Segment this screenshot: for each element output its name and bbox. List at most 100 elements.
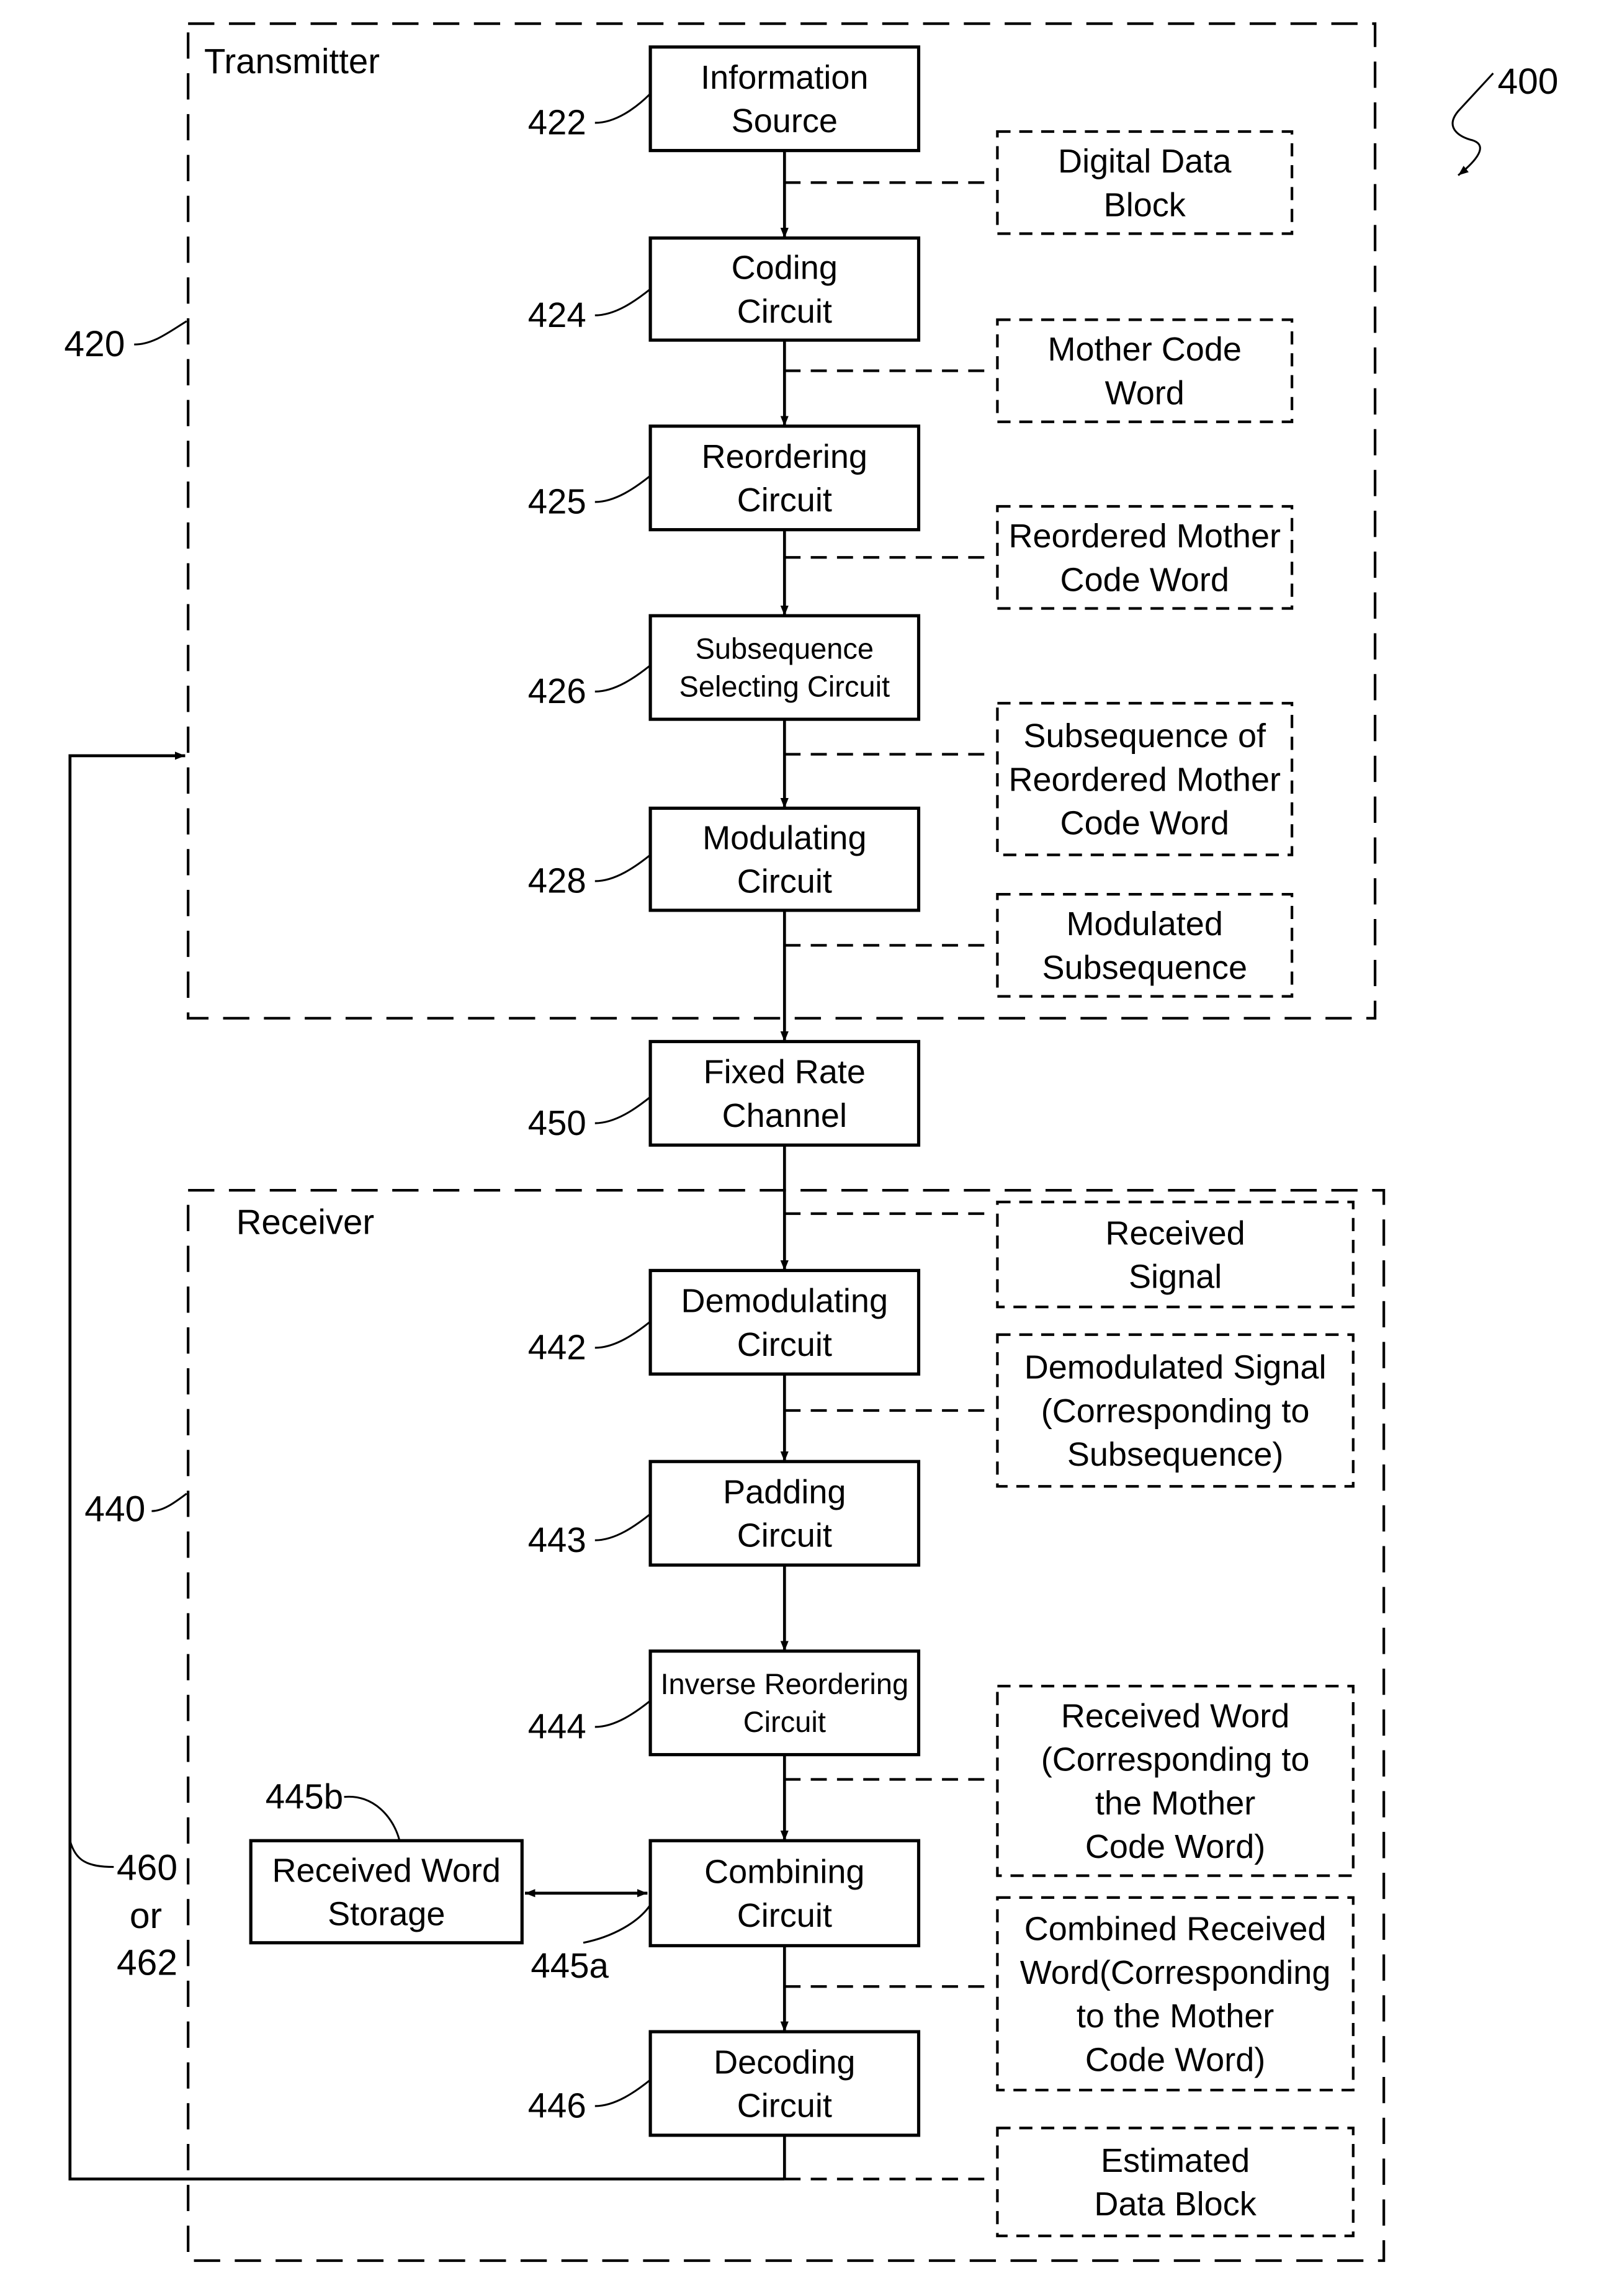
feedback-ref-460: 460 — [117, 1848, 177, 1888]
decoding-circuit-ref: 446 — [528, 2086, 586, 2125]
mother-code-word-line: Mother Code — [1048, 331, 1242, 368]
subsequence-selecting-circuit-box — [648, 614, 921, 721]
modulating-circuit-line: Circuit — [737, 863, 832, 900]
information-source-line: Information — [701, 59, 868, 96]
combining-circuit-line: Combining — [704, 1854, 864, 1891]
coding-circuit-line: Circuit — [737, 293, 832, 330]
transmitter-label: Transmitter — [204, 42, 380, 81]
decoding-circuit-line: Decoding — [714, 2043, 855, 2081]
received-word-storage-block: Received Word Storage 445b — [249, 1777, 524, 1945]
reordering-circuit-line: Circuit — [737, 482, 832, 519]
demodulating-circuit-ref: 442 — [528, 1328, 586, 1367]
subsequence-selecting-circuit-ref: 426 — [528, 671, 586, 711]
estimated-data-block-line: Estimated — [1101, 2142, 1250, 2179]
demodulated-signal-signal: Demodulated Signal (Corresponding to Subse… — [996, 1333, 1355, 1488]
coding-circuit-leader — [594, 288, 652, 316]
subsequence-selecting-circuit-line: Subsequence — [696, 632, 874, 665]
received-word-storage-ref: 445b — [266, 1777, 343, 1816]
inverse-reordering-circuit-line: Inverse Reordering — [660, 1667, 908, 1700]
modulated-subsequence-line: Subsequence — [1042, 949, 1247, 986]
reordering-circuit-line: Reordering — [702, 438, 867, 475]
figure-ref-arrow — [1451, 73, 1494, 176]
combining-circuit-ref: 445a — [531, 1946, 609, 1985]
coding-circuit-line: Coding — [732, 249, 838, 287]
reordering-circuit-block: Reordering Circuit 425 — [528, 424, 921, 532]
padding-circuit-line: Circuit — [737, 1517, 832, 1554]
padding-circuit-block: Padding Circuit 443 — [528, 1460, 921, 1567]
ref-440: 440 — [84, 1489, 145, 1530]
digital-data-block-line: Digital Data — [1058, 143, 1232, 180]
reordered-mother-code-word-line: Code Word — [1060, 561, 1229, 598]
information-source-line: Source — [732, 102, 838, 140]
demodulated-signal-line: Demodulated Signal — [1024, 1349, 1327, 1386]
padding-circuit-line: Padding — [723, 1473, 846, 1510]
estimated-data-block-line: Data Block — [1094, 2186, 1257, 2223]
combining-circuit-leader — [583, 1904, 652, 1944]
subsequence-selecting-circuit-line: Selecting Circuit — [679, 670, 890, 703]
received-word-signal: Received Word (Corresponding to the Mother… — [996, 1685, 1355, 1877]
demodulated-signal-line: (Corresponding to — [1041, 1392, 1310, 1430]
information-source-ref: 422 — [528, 103, 586, 142]
combined-received-word-line: to the Mother — [1077, 1998, 1274, 2035]
subsequence-of-reordered-signal: Subsequence of Reordered Mother Code Word — [996, 702, 1294, 856]
information-source-block: Information Source 422 — [528, 45, 921, 153]
mother-code-word-line: Word — [1105, 375, 1185, 412]
subsequence-of-reordered-line: Subsequence of — [1023, 717, 1266, 755]
inverse-reordering-circuit-leader — [594, 1700, 652, 1728]
reordered-mother-code-word-signal: Reordered Mother Code Word — [996, 504, 1294, 610]
modulated-subsequence-line: Modulated — [1067, 905, 1223, 943]
reordering-circuit-leader — [594, 475, 652, 503]
fixed-rate-channel-block: Fixed Rate Channel 450 — [528, 1039, 921, 1147]
received-word-storage-line: Received Word — [272, 1852, 501, 1889]
received-word-storage-leader — [344, 1795, 401, 1841]
demodulating-circuit-block: Demodulating Circuit 442 — [528, 1268, 921, 1376]
demodulated-signal-line: Subsequence) — [1067, 1436, 1284, 1473]
combined-received-word-line: Word(Corresponding — [1020, 1954, 1331, 1991]
combined-received-word-signal: Combined Received Word(Corresponding to th… — [996, 1896, 1355, 2092]
modulating-circuit-block: Modulating Circuit 428 — [528, 806, 921, 912]
received-word-line: Received Word — [1061, 1697, 1290, 1734]
fixed-rate-channel-line: Channel — [722, 1097, 847, 1134]
feedback-ref-or: or — [130, 1896, 162, 1936]
subsequence-of-reordered-line: Code Word — [1060, 805, 1229, 842]
feedback-ref-462: 462 — [117, 1942, 177, 1983]
subsequence-selecting-circuit-leader — [594, 664, 652, 693]
fixed-rate-channel-line: Fixed Rate — [704, 1054, 866, 1091]
decoding-circuit-block: Decoding Circuit 446 — [528, 2030, 921, 2137]
modulating-circuit-line: Modulating — [702, 819, 866, 856]
fixed-rate-channel-leader — [594, 1096, 652, 1124]
leader-440 — [151, 1492, 187, 1512]
received-signal-line: Signal — [1129, 1258, 1222, 1296]
mother-code-word-signal: Mother Code Word — [996, 318, 1294, 423]
combined-received-word-line: Code Word) — [1085, 2041, 1265, 2078]
receiver-label: Receiver — [236, 1203, 375, 1242]
decoding-circuit-line: Circuit — [737, 2087, 832, 2125]
digital-data-block-signal: Digital Data Block — [996, 130, 1294, 235]
coding-circuit-ref: 424 — [528, 295, 586, 334]
figure-ref-400: 400 — [1497, 61, 1558, 102]
leader-420 — [134, 320, 187, 346]
fixed-rate-channel-ref: 450 — [528, 1103, 586, 1142]
estimated-data-block-signal: Estimated Data Block — [996, 2127, 1355, 2238]
combining-circuit-block: Combining Circuit 445a — [531, 1839, 921, 1985]
received-signal-signal: Received Signal — [996, 1200, 1355, 1309]
inverse-reordering-circuit-ref: 444 — [528, 1707, 586, 1746]
reordering-circuit-ref: 425 — [528, 482, 586, 521]
received-signal-line: Received — [1105, 1214, 1245, 1252]
received-word-storage-line: Storage — [328, 1896, 445, 1933]
received-word-line: Code Word) — [1085, 1828, 1265, 1865]
combined-received-word-line: Combined Received — [1024, 1911, 1327, 1948]
padding-circuit-leader — [594, 1513, 652, 1541]
inverse-reordering-circuit-line: Circuit — [743, 1705, 826, 1738]
information-source-leader — [594, 92, 652, 124]
demodulating-circuit-line: Circuit — [737, 1326, 832, 1363]
digital-data-block-line: Block — [1104, 186, 1186, 223]
subsequence-selecting-circuit-block: Subsequence Selecting Circuit 426 — [528, 614, 921, 721]
modulating-circuit-ref: 428 — [528, 861, 586, 900]
ref-420: 420 — [64, 324, 125, 364]
reordered-mother-code-word-line: Reordered Mother — [1008, 518, 1281, 555]
modulated-subsequence-signal: Modulated Subsequence — [996, 892, 1294, 998]
received-word-line: the Mother — [1095, 1785, 1255, 1822]
combining-circuit-line: Circuit — [737, 1897, 832, 1934]
padding-circuit-ref: 443 — [528, 1520, 586, 1559]
